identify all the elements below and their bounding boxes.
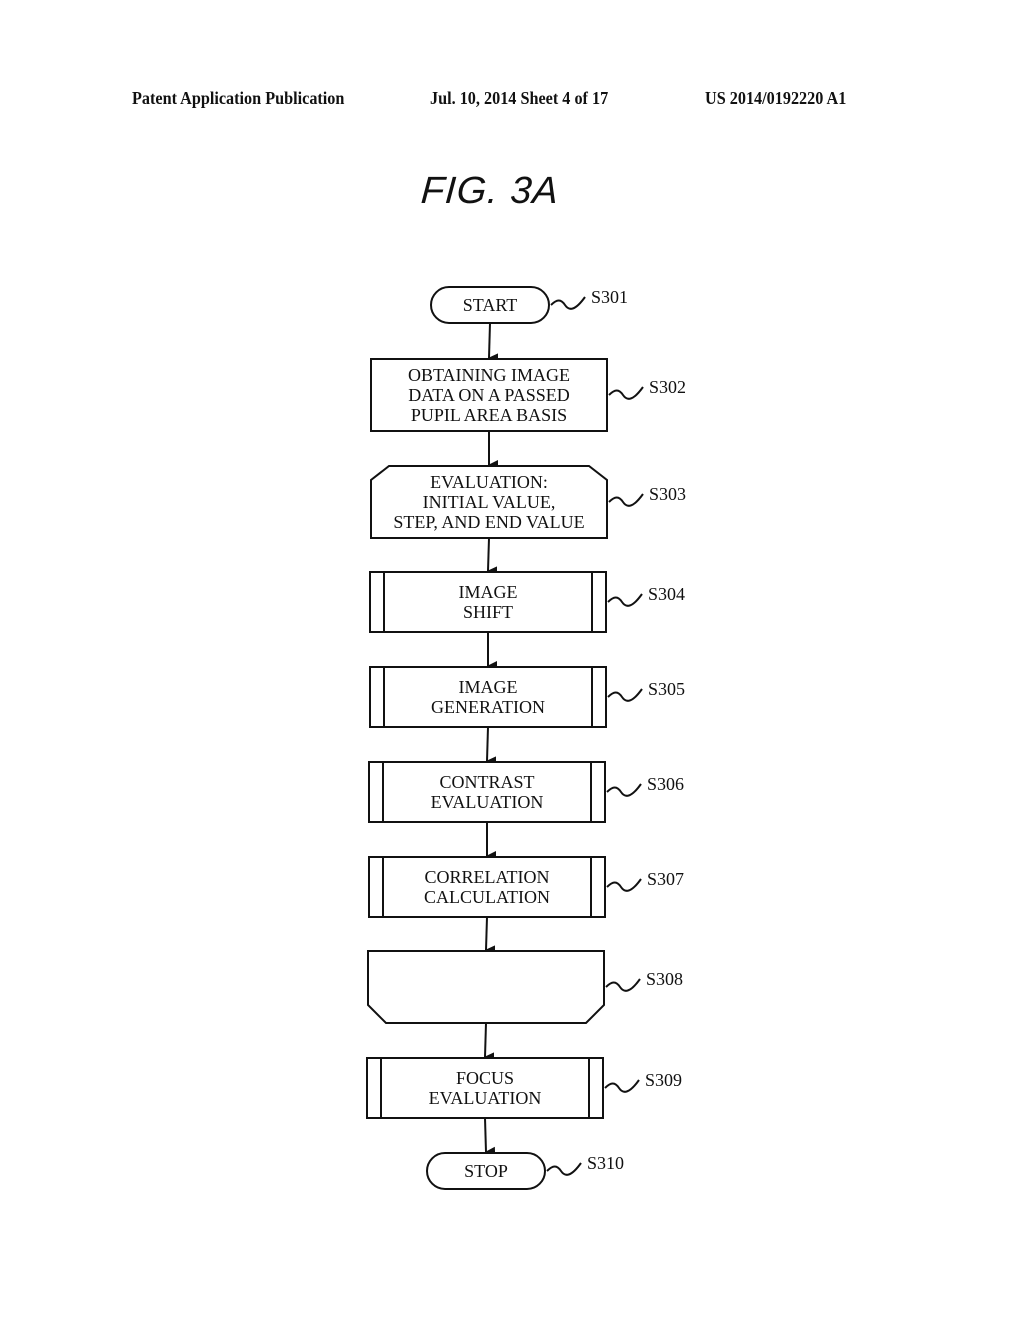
flow-arrow <box>486 726 497 767</box>
flow-arrow <box>487 537 498 577</box>
step-label-s304: S304 <box>648 584 685 604</box>
step-text-s303: EVALUATION: <box>430 472 548 492</box>
leader-squiggle-s302 <box>608 386 644 400</box>
step-label-s305: S305 <box>648 679 685 699</box>
flowchart: START S301 OBTAINING IMAGEDATA ON A PASSED… <box>366 286 686 1190</box>
flow-arrow <box>485 916 496 956</box>
step-text-s306: EVALUATION <box>431 792 544 812</box>
leader-squiggle-s301 <box>550 296 586 310</box>
step-text-s310: STOP <box>464 1161 508 1181</box>
step-label-s309: S309 <box>645 1070 682 1090</box>
step-text-s307: CORRELATION <box>425 867 550 887</box>
step-text-s302: OBTAINING IMAGE <box>408 365 570 385</box>
step-label-s306: S306 <box>647 774 684 794</box>
leader-squiggle-s310 <box>546 1162 582 1176</box>
step-text-s309: EVALUATION <box>429 1088 542 1108</box>
step-text-s305: IMAGE <box>459 677 518 697</box>
step-text-s301: START <box>463 295 517 315</box>
step-text-s304: SHIFT <box>463 602 513 622</box>
step-label-s307: S307 <box>647 869 684 889</box>
leader-squiggle-s305 <box>607 688 643 702</box>
step-text-s309: FOCUS <box>456 1068 514 1088</box>
leader-squiggle-s304 <box>607 593 643 607</box>
step-label-s302: S302 <box>649 377 686 397</box>
leader-squiggle-s309 <box>604 1079 640 1093</box>
step-text-s304: IMAGE <box>459 582 518 602</box>
step-text-s306: CONTRAST <box>439 772 534 792</box>
leader-squiggle-s303 <box>608 493 644 507</box>
step-text-s302: DATA ON A PASSED <box>408 385 569 405</box>
step-text-s302: PUPIL AREA BASIS <box>411 405 567 425</box>
step-label-s303: S303 <box>649 484 686 504</box>
step-text-s305: GENERATION <box>431 697 545 717</box>
step-text-s303: INITIAL VALUE, <box>423 492 556 512</box>
step-text-s303: STEP, AND END VALUE <box>393 512 584 532</box>
flow-arrow <box>484 1022 495 1063</box>
step-label-s301: S301 <box>591 287 628 307</box>
step-label-s308: S308 <box>646 969 683 989</box>
flow-arrow <box>484 1117 496 1157</box>
step-text-s307: CALCULATION <box>424 887 550 907</box>
loop-end-box-s308 <box>367 950 605 1024</box>
leader-squiggle-s308 <box>605 978 641 992</box>
flow-arrow <box>488 322 499 364</box>
leader-squiggle-s306 <box>606 783 642 797</box>
leader-squiggle-s307 <box>606 878 642 892</box>
step-label-s310: S310 <box>587 1153 624 1173</box>
